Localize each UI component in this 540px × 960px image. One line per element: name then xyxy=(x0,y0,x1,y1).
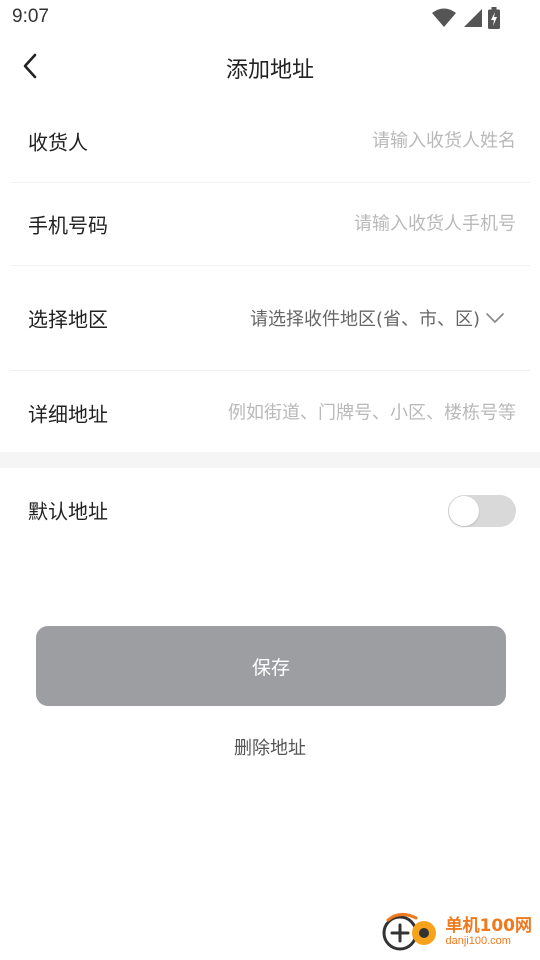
watermark-en: danji100.com xyxy=(445,935,511,948)
phone-input[interactable] xyxy=(216,213,516,235)
recipient-row: 收货人 xyxy=(10,100,530,183)
watermark-text: 单机100网 danji100.com xyxy=(445,915,533,948)
status-bar: 9:07 xyxy=(0,0,540,36)
recipient-label: 收货人 xyxy=(28,130,88,155)
recipient-input[interactable] xyxy=(216,130,516,152)
danji-logo-icon xyxy=(380,908,442,956)
nav-bar: 添加地址 xyxy=(0,36,540,100)
page-title: 添加地址 xyxy=(225,58,314,83)
address-label: 详细地址 xyxy=(28,402,108,427)
watermark-cn: 单机100网 xyxy=(445,915,533,936)
default-address-label: 默认地址 xyxy=(28,499,108,524)
phone-row: 手机号码 xyxy=(10,183,530,266)
region-select[interactable]: 请选择收件地区(省、市、区) xyxy=(250,305,504,331)
region-label: 选择地区 xyxy=(28,307,108,332)
address-row: 详细地址 xyxy=(10,371,530,455)
default-address-row: 默认地址 xyxy=(0,468,540,552)
watermark: 单机100网 danji100.com xyxy=(380,908,533,956)
region-row[interactable]: 选择地区 请选择收件地区(省、市、区) xyxy=(10,266,530,371)
region-value: 请选择收件地区(省、市、区) xyxy=(249,309,480,330)
address-input[interactable] xyxy=(186,402,516,424)
address-form: 收货人 手机号码 选择地区 请选择收件地区(省、市、区) 详细地址 xyxy=(0,100,540,455)
status-time: 9:07 xyxy=(12,6,49,27)
signal-icon xyxy=(462,8,482,32)
default-address-toggle[interactable] xyxy=(448,495,516,527)
toggle-knob xyxy=(449,496,479,526)
phone-label: 手机号码 xyxy=(28,213,108,238)
wifi-icon xyxy=(432,8,456,32)
chevron-down-icon xyxy=(486,309,504,328)
save-button[interactable]: 保存 xyxy=(36,626,506,706)
status-icons xyxy=(432,7,500,33)
delete-address-button[interactable]: 删除地址 xyxy=(0,734,540,760)
section-divider xyxy=(0,452,540,468)
battery-charging-icon xyxy=(488,7,500,33)
